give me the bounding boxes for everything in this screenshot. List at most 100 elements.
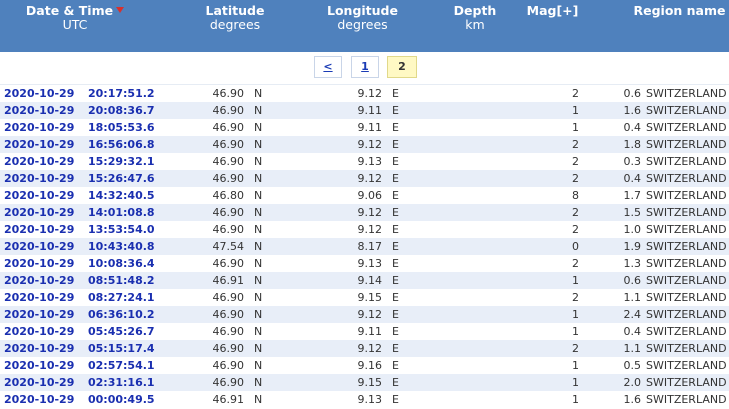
- event-date-link[interactable]: 2020-10-29: [0, 221, 88, 238]
- longitude-cell: 9.15: [310, 289, 382, 306]
- event-time-link[interactable]: 15:26:47.6: [88, 170, 200, 187]
- event-date-link[interactable]: 2020-10-29: [0, 119, 88, 136]
- event-time-link[interactable]: 15:29:32.1: [88, 153, 200, 170]
- spacer-cell: [382, 289, 392, 306]
- table-row[interactable]: 2020-10-29 08:27:24.1 46.90 N 9.15 E 2 1.1 SWITZ…: [0, 289, 729, 306]
- longitude-hemisphere: E: [392, 374, 498, 391]
- event-time-link[interactable]: 02:57:54.1: [88, 357, 200, 374]
- event-date-link[interactable]: 2020-10-29: [0, 187, 88, 204]
- prev-page-button[interactable]: <: [314, 56, 342, 78]
- header-longitude[interactable]: Longitude degrees: [315, 4, 410, 32]
- table-row[interactable]: 2020-10-29 15:26:47.6 46.90 N 9.12 E 2 0.4 SWITZ…: [0, 170, 729, 187]
- longitude-cell: 9.16: [310, 357, 382, 374]
- magnitude-cell: 1.3: [583, 255, 646, 272]
- longitude-hemisphere: E: [392, 306, 498, 323]
- table-row[interactable]: 2020-10-29 10:43:40.8 47.54 N 8.17 E 0 1.9 SWITZ…: [0, 238, 729, 255]
- earthquake-table: 2020-10-29 20:17:51.2 46.90 N 9.12 E 2 0.6 SWITZ…: [0, 85, 729, 408]
- table-row[interactable]: 2020-10-29 20:17:51.2 46.90 N 9.12 E 2 0.6 SWITZ…: [0, 85, 729, 102]
- table-row[interactable]: 2020-10-29 20:08:36.7 46.90 N 9.11 E 1 1.6 SWITZ…: [0, 102, 729, 119]
- event-date-link[interactable]: 2020-10-29: [0, 85, 88, 102]
- event-time-link[interactable]: 06:36:10.2: [88, 306, 200, 323]
- table-row[interactable]: 2020-10-29 06:36:10.2 46.90 N 9.12 E 1 2.4 SWITZ…: [0, 306, 729, 323]
- event-date-link[interactable]: 2020-10-29: [0, 102, 88, 119]
- magnitude-cell: 0.4: [583, 119, 646, 136]
- table-row[interactable]: 2020-10-29 00:00:49.5 46.91 N 9.13 E 1 1.6 SWITZ…: [0, 391, 729, 408]
- event-date-link[interactable]: 2020-10-29: [0, 357, 88, 374]
- table-row[interactable]: 2020-10-29 08:51:48.2 46.91 N 9.14 E 1 0.6 SWITZ…: [0, 272, 729, 289]
- event-time-link[interactable]: 10:43:40.8: [88, 238, 200, 255]
- depth-cell: 0: [498, 238, 583, 255]
- magnitude-cell: 1.6: [583, 102, 646, 119]
- event-date-link[interactable]: 2020-10-29: [0, 306, 88, 323]
- latitude-hemisphere: N: [254, 204, 310, 221]
- spacer-cell: [244, 238, 254, 255]
- spacer-cell: [382, 85, 392, 102]
- longitude-hemisphere: E: [392, 255, 498, 272]
- event-time-link[interactable]: 08:51:48.2: [88, 272, 200, 289]
- longitude-hemisphere: E: [392, 170, 498, 187]
- table-row[interactable]: 2020-10-29 02:57:54.1 46.90 N 9.16 E 1 0.5 SWITZ…: [0, 357, 729, 374]
- longitude-hemisphere: E: [392, 119, 498, 136]
- event-time-link[interactable]: 05:15:17.4: [88, 340, 200, 357]
- event-date-link[interactable]: 2020-10-29: [0, 374, 88, 391]
- latitude-cell: 46.91: [200, 272, 244, 289]
- event-date-link[interactable]: 2020-10-29: [0, 238, 88, 255]
- magnitude-cell: 2.4: [583, 306, 646, 323]
- event-date-link[interactable]: 2020-10-29: [0, 204, 88, 221]
- table-row[interactable]: 2020-10-29 10:08:36.4 46.90 N 9.13 E 2 1.3 SWITZ…: [0, 255, 729, 272]
- table-row[interactable]: 2020-10-29 05:15:17.4 46.90 N 9.12 E 2 1.1 SWITZ…: [0, 340, 729, 357]
- event-time-link[interactable]: 05:45:26.7: [88, 323, 200, 340]
- event-date-link[interactable]: 2020-10-29: [0, 170, 88, 187]
- table-row[interactable]: 2020-10-29 14:01:08.8 46.90 N 9.12 E 2 1.5 SWITZ…: [0, 204, 729, 221]
- header-longitude-sub: degrees: [337, 17, 388, 32]
- event-date-link[interactable]: 2020-10-29: [0, 136, 88, 153]
- event-time-link[interactable]: 18:05:53.6: [88, 119, 200, 136]
- event-date-link[interactable]: 2020-10-29: [0, 153, 88, 170]
- table-row[interactable]: 2020-10-29 14:32:40.5 46.80 N 9.06 E 8 1.7 SWITZ…: [0, 187, 729, 204]
- header-mag[interactable]: Mag[+]: [520, 4, 585, 18]
- longitude-cell: 9.12: [310, 221, 382, 238]
- latitude-cell: 46.90: [200, 323, 244, 340]
- page-1-button[interactable]: 1: [351, 56, 379, 78]
- event-date-link[interactable]: 2020-10-29: [0, 323, 88, 340]
- event-date-link[interactable]: 2020-10-29: [0, 272, 88, 289]
- event-time-link[interactable]: 08:27:24.1: [88, 289, 200, 306]
- longitude-hemisphere: E: [392, 153, 498, 170]
- table-row[interactable]: 2020-10-29 05:45:26.7 46.90 N 9.11 E 1 0.4 SWITZ…: [0, 323, 729, 340]
- header-latitude[interactable]: Latitude degrees: [195, 4, 275, 32]
- event-date-link[interactable]: 2020-10-29: [0, 255, 88, 272]
- spacer-cell: [244, 204, 254, 221]
- region-cell: SWITZERLAND: [646, 187, 729, 204]
- header-depth[interactable]: Depth km: [445, 4, 505, 32]
- latitude-cell: 46.90: [200, 289, 244, 306]
- event-time-link[interactable]: 14:01:08.8: [88, 204, 200, 221]
- event-date-link[interactable]: 2020-10-29: [0, 340, 88, 357]
- event-date-link[interactable]: 2020-10-29: [0, 289, 88, 306]
- event-time-link[interactable]: 20:08:36.7: [88, 102, 200, 119]
- longitude-cell: 9.12: [310, 306, 382, 323]
- table-row[interactable]: 2020-10-29 15:29:32.1 46.90 N 9.13 E 2 0.3 SWITZ…: [0, 153, 729, 170]
- latitude-cell: 46.90: [200, 204, 244, 221]
- event-time-link[interactable]: 00:00:49.5: [88, 391, 200, 408]
- spacer-cell: [382, 153, 392, 170]
- event-time-link[interactable]: 16:56:06.8: [88, 136, 200, 153]
- longitude-cell: 9.12: [310, 136, 382, 153]
- event-time-link[interactable]: 14:32:40.5: [88, 187, 200, 204]
- event-time-link[interactable]: 10:08:36.4: [88, 255, 200, 272]
- header-longitude-title: Longitude: [327, 3, 398, 18]
- region-cell: SWITZERLAND: [646, 102, 729, 119]
- event-time-link[interactable]: 20:17:51.2: [88, 85, 200, 102]
- event-time-link[interactable]: 13:53:54.0: [88, 221, 200, 238]
- latitude-hemisphere: N: [254, 374, 310, 391]
- depth-cell: 2: [498, 136, 583, 153]
- table-row[interactable]: 2020-10-29 13:53:54.0 46.90 N 9.12 E 2 1.0 SWITZ…: [0, 221, 729, 238]
- table-row[interactable]: 2020-10-29 16:56:06.8 46.90 N 9.12 E 2 1.8 SWITZ…: [0, 136, 729, 153]
- sort-desc-icon[interactable]: [116, 6, 125, 13]
- table-row[interactable]: 2020-10-29 02:31:16.1 46.90 N 9.15 E 1 2.0 SWITZ…: [0, 374, 729, 391]
- table-row[interactable]: 2020-10-29 18:05:53.6 46.90 N 9.11 E 1 0.4 SWITZ…: [0, 119, 729, 136]
- latitude-cell: 46.90: [200, 357, 244, 374]
- header-datetime[interactable]: Date & Time UTC: [0, 4, 150, 32]
- event-date-link[interactable]: 2020-10-29: [0, 391, 88, 408]
- event-time-link[interactable]: 02:31:16.1: [88, 374, 200, 391]
- header-region[interactable]: Region name: [630, 4, 729, 18]
